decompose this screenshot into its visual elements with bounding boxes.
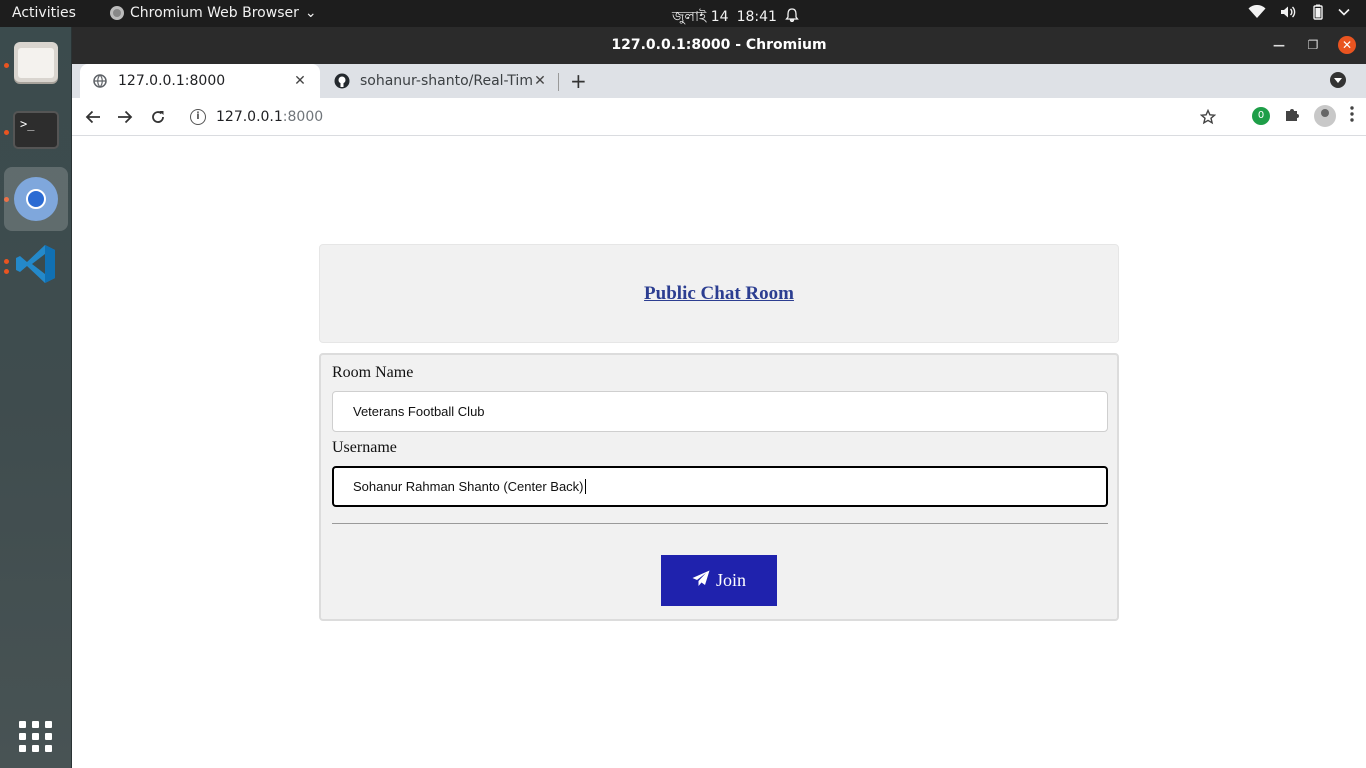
bell-icon: [785, 8, 799, 26]
window-titlebar[interactable]: 127.0.0.1:8000 - Chromium — ❐ ✕: [72, 27, 1366, 64]
close-window-button[interactable]: ✕: [1338, 36, 1356, 54]
window-title: 127.0.0.1:8000 - Chromium: [611, 37, 827, 53]
tab-title: sohanur-shanto/Real-Tim: [360, 73, 532, 89]
browser-toolbar: i 127.0.0.1:8000 0: [72, 98, 1366, 136]
terminal-icon: >_: [13, 111, 59, 149]
minimize-button[interactable]: —: [1270, 36, 1288, 54]
paper-plane-icon: [692, 570, 710, 592]
browser-window: 127.0.0.1:8000 - Chromium — ❐ ✕ 127.0.0.…: [72, 27, 1366, 768]
show-applications-button[interactable]: [4, 704, 68, 768]
tab-separator: [558, 73, 559, 91]
page-title-link[interactable]: Public Chat Room: [644, 283, 794, 305]
url-port: :8000: [282, 109, 324, 125]
chromium-small-icon: [110, 6, 124, 20]
url-host: 127.0.0.1: [216, 109, 283, 125]
tab-localhost[interactable]: 127.0.0.1:8000 ✕: [80, 64, 320, 98]
github-icon: [334, 73, 350, 89]
window-controls: — ❐ ✕: [1270, 36, 1356, 54]
tab-title: 127.0.0.1:8000: [118, 73, 226, 89]
toolbar-actions: 0: [1252, 105, 1354, 127]
app-menu-label: Chromium Web Browser: [130, 5, 299, 21]
username-input[interactable]: Sohanur Rahman Shanto (Center Back): [332, 466, 1108, 507]
wifi-icon: [1248, 5, 1266, 19]
system-tray[interactable]: [1248, 4, 1350, 20]
username-label: Username: [332, 439, 397, 456]
reload-button[interactable]: [147, 106, 169, 128]
globe-icon: [92, 73, 108, 89]
terminal-launcher[interactable]: >_: [4, 98, 68, 162]
time-text: 18:41: [736, 9, 777, 25]
room-name-value: Veterans Football Club: [353, 404, 485, 419]
vscode-launcher[interactable]: [4, 234, 68, 298]
battery-icon: [1312, 4, 1324, 20]
extension-badge-icon[interactable]: 0: [1252, 107, 1270, 125]
chromium-icon: [14, 177, 58, 221]
room-name-input[interactable]: Veterans Football Club: [332, 391, 1108, 432]
text-caret: [584, 479, 586, 494]
show-apps-icon: [19, 720, 53, 752]
new-tab-button[interactable]: +: [570, 70, 587, 92]
volume-icon: [1280, 5, 1298, 19]
info-icon[interactable]: i: [190, 109, 206, 125]
address-bar[interactable]: i 127.0.0.1:8000: [180, 101, 1230, 133]
room-name-label: Room Name: [332, 364, 414, 381]
chevron-down-icon: [1338, 8, 1350, 16]
header-card: Public Chat Room: [319, 244, 1119, 343]
profile-avatar-icon[interactable]: [1314, 105, 1336, 127]
forward-button[interactable]: [114, 106, 136, 128]
vscode-icon: [14, 242, 58, 290]
tab-github[interactable]: sohanur-shanto/Real-Tim ✕: [322, 64, 560, 98]
tab-search-icon[interactable]: [1330, 72, 1346, 88]
page-viewport: Public Chat Room Room Name Veterans Foot…: [72, 136, 1366, 768]
back-button[interactable]: [82, 106, 104, 128]
join-button-label: Join: [715, 570, 746, 590]
date-text: জুলাই 14: [672, 9, 729, 25]
files-launcher[interactable]: [4, 30, 68, 94]
dock: >_: [0, 27, 72, 768]
clock[interactable]: জুলাই 14 18:41: [672, 5, 799, 29]
extensions-puzzle-icon[interactable]: [1284, 106, 1300, 126]
form-divider: [332, 523, 1108, 524]
chromium-launcher[interactable]: [4, 167, 68, 231]
maximize-button[interactable]: ❐: [1304, 36, 1322, 54]
files-icon: [14, 42, 58, 82]
app-menu[interactable]: Chromium Web Browser ⌄: [110, 5, 317, 21]
top-bar: Activities Chromium Web Browser ⌄ জুলাই …: [0, 0, 1366, 27]
close-tab-icon[interactable]: ✕: [532, 73, 548, 89]
bookmark-star-icon[interactable]: [1197, 106, 1219, 128]
tab-strip: 127.0.0.1:8000 ✕ sohanur-shanto/Real-Tim…: [72, 64, 1366, 98]
username-value: Sohanur Rahman Shanto (Center Back): [353, 479, 584, 494]
more-menu-icon[interactable]: [1350, 106, 1354, 126]
activities-button[interactable]: Activities: [12, 5, 76, 21]
join-form: Room Name Veterans Football Club Usernam…: [319, 353, 1119, 621]
chevron-down-icon: ⌄: [304, 5, 317, 21]
join-button[interactable]: Join: [661, 555, 777, 606]
close-tab-icon[interactable]: ✕: [292, 73, 308, 89]
